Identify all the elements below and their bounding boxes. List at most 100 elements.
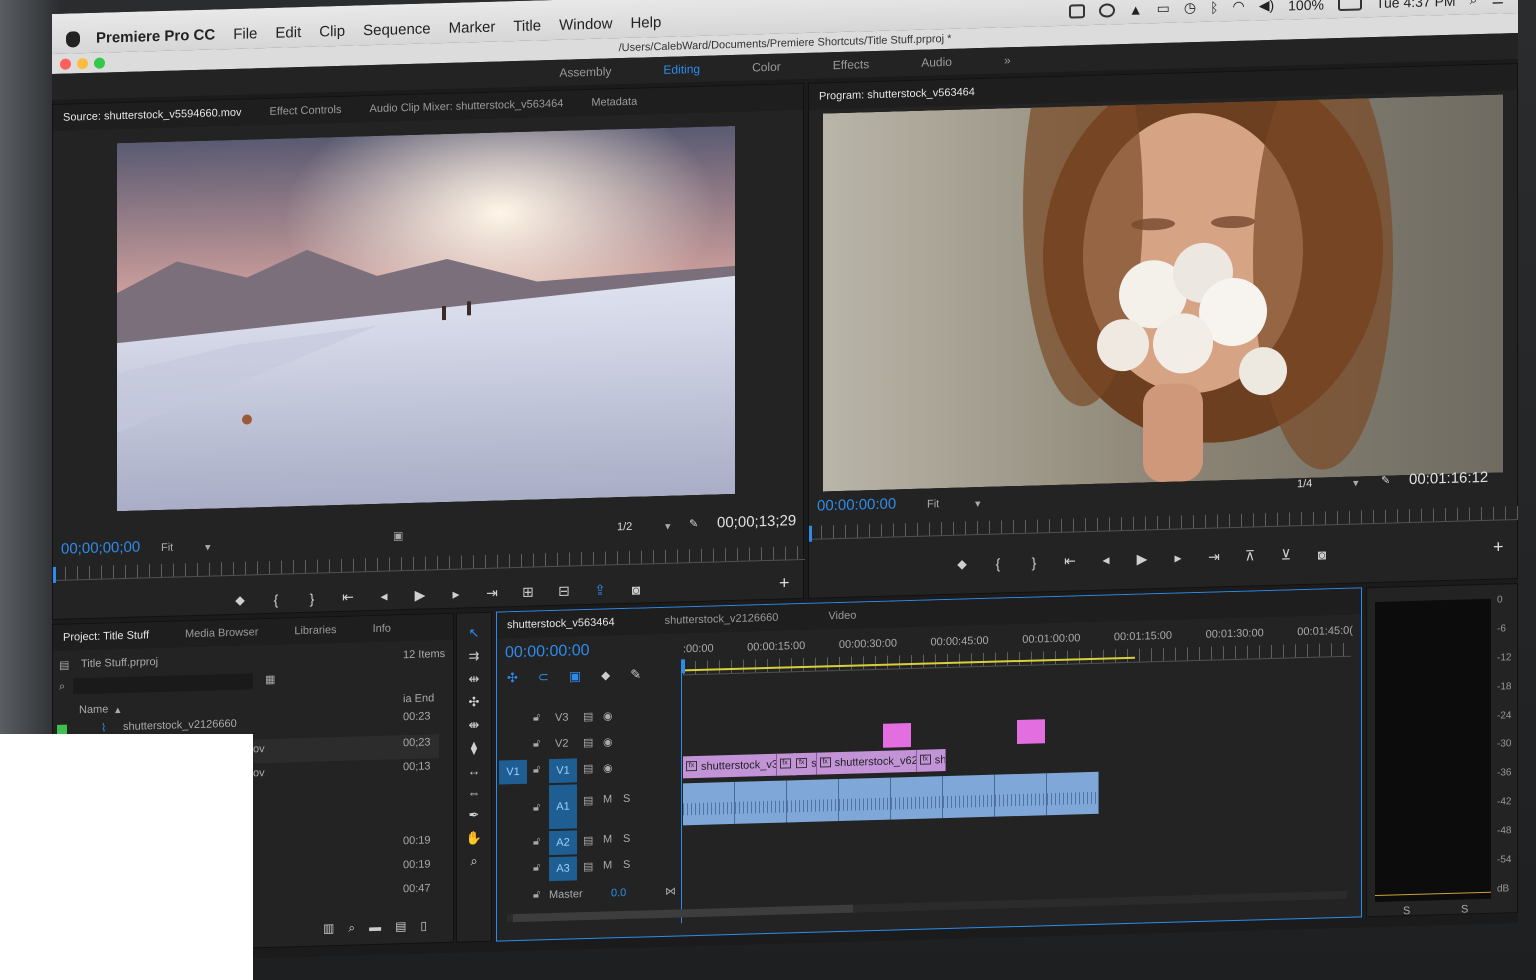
menu-marker[interactable]: Marker xyxy=(449,19,496,37)
tab-sequence-3[interactable]: Video xyxy=(828,610,856,623)
master-volume-value[interactable]: 0.0 xyxy=(611,887,626,899)
lock-icon[interactable]: 🔓︎ xyxy=(533,801,540,814)
play-button[interactable]: ▶ xyxy=(413,587,427,604)
sync-lock-icon[interactable]: ▤ xyxy=(583,736,593,749)
audio-clip[interactable] xyxy=(1047,771,1099,816)
program-camera-icon[interactable]: ◙ xyxy=(1315,546,1329,562)
selection-tool-icon[interactable]: ↖ xyxy=(469,625,480,641)
ripple-edit-tool-icon[interactable]: ⇹ xyxy=(469,671,480,687)
audio-clip[interactable] xyxy=(839,777,891,822)
mute-button[interactable]: M xyxy=(603,793,612,805)
time-machine-icon[interactable]: ◷ xyxy=(1184,0,1196,16)
rolling-edit-tool-icon[interactable]: ✣ xyxy=(469,694,480,710)
step-forward-button[interactable]: ▸ xyxy=(449,586,463,603)
workspace-editing[interactable]: Editing xyxy=(663,56,700,83)
zoom-window-button[interactable] xyxy=(94,57,105,69)
menu-help[interactable]: Help xyxy=(630,14,661,32)
bell-icon[interactable]: ▲ xyxy=(1129,1,1143,17)
project-search-input[interactable] xyxy=(73,673,253,695)
tab-effect-controls[interactable]: Effect Controls xyxy=(270,104,342,118)
lift-button[interactable]: ⊼ xyxy=(1243,547,1257,564)
slip-tool-icon[interactable]: ↔ xyxy=(468,763,481,778)
sync-lock-icon[interactable]: ▤ xyxy=(583,710,593,723)
video-clip[interactable]: fx shutt xyxy=(793,752,817,776)
program-playhead-timecode[interactable]: 00:00:00:00 xyxy=(817,495,896,514)
lock-icon[interactable]: 🔓︎ xyxy=(533,835,540,848)
source-resolution-dropdown[interactable]: 1/2 xyxy=(617,521,632,533)
new-item-icon[interactable]: ▤ xyxy=(395,919,406,934)
project-search-icon[interactable]: ⌕ xyxy=(59,681,65,694)
column-name-header[interactable]: Name xyxy=(79,703,108,716)
tab-info[interactable]: Info xyxy=(373,623,391,636)
add-marker-button[interactable]: ⬥ xyxy=(233,592,247,609)
program-play-button[interactable]: ▶ xyxy=(1135,550,1149,567)
tab-media-browser[interactable]: Media Browser xyxy=(185,626,258,640)
nest-toggle-icon[interactable]: ▣ xyxy=(569,668,581,684)
program-fit-chevron-icon[interactable]: ▾ xyxy=(975,497,981,510)
audio-clip[interactable] xyxy=(735,780,787,824)
sync-lock-icon[interactable]: ▤ xyxy=(583,834,593,847)
audio-clip[interactable] xyxy=(683,781,735,826)
program-fit-dropdown[interactable]: Fit xyxy=(927,498,939,510)
hand-tool-icon[interactable]: ✋ xyxy=(466,830,482,846)
automate-to-sequence-icon[interactable]: ▥ xyxy=(323,921,334,936)
solo-button[interactable]: S xyxy=(623,793,630,805)
source-playhead-timecode[interactable]: 00;00;00;00 xyxy=(61,539,140,558)
program-video-frame[interactable] xyxy=(823,94,1503,492)
close-window-button[interactable] xyxy=(60,58,71,70)
source-drag-video-icon[interactable]: ▣ xyxy=(393,529,403,542)
sync-lock-icon[interactable]: ▤ xyxy=(583,762,593,775)
program-settings-wrench-icon[interactable]: ✎ xyxy=(1381,474,1390,487)
program-time-ruler[interactable] xyxy=(809,506,1518,540)
track-header-v2[interactable]: 🔓︎ V2 ▤ ◉ xyxy=(497,729,681,758)
track-header-a1[interactable]: 🔓︎ A1 ▤ M S xyxy=(497,781,681,830)
program-go-to-in-button[interactable]: ⇤ xyxy=(1063,552,1077,569)
eye-icon[interactable]: ◉ xyxy=(603,709,613,722)
workspace-assembly[interactable]: Assembly xyxy=(559,58,611,85)
menu-clip[interactable]: Clip xyxy=(319,23,345,41)
mute-button[interactable]: M xyxy=(603,859,612,871)
tab-sequence-active[interactable]: shutterstock_v563464 xyxy=(507,616,615,631)
menu-file[interactable]: File xyxy=(233,25,257,43)
minimize-window-button[interactable] xyxy=(77,57,88,70)
program-mark-out-button[interactable]: } xyxy=(1027,554,1041,570)
workspace-more-button[interactable]: » xyxy=(1004,47,1011,73)
program-mark-in-button[interactable]: { xyxy=(991,555,1005,571)
audio-clip[interactable] xyxy=(891,776,943,820)
zoom-tool-icon[interactable]: ⌕ xyxy=(470,853,477,869)
mute-button[interactable]: M xyxy=(603,833,612,845)
tab-audio-clip-mixer[interactable]: Audio Clip Mixer: shutterstock_v563464 xyxy=(370,98,564,115)
track-name[interactable]: A3 xyxy=(549,856,577,882)
source-resolution-chevron-icon[interactable]: ▾ xyxy=(665,520,671,533)
volume-icon[interactable]: ◀) xyxy=(1259,0,1274,14)
track-header-master[interactable]: 🔓︎ Master 0.0 ⋈ xyxy=(497,881,681,908)
extract-button[interactable]: ⊻ xyxy=(1279,546,1293,563)
workspace-effects[interactable]: Effects xyxy=(833,51,869,78)
sync-lock-icon[interactable]: ▤ xyxy=(583,860,593,873)
timeline-marker-icon[interactable]: ⬥ xyxy=(601,667,610,683)
menu-title[interactable]: Title xyxy=(513,17,541,35)
tab-program[interactable]: Program: shutterstock_v563464 xyxy=(819,86,975,102)
clock[interactable]: Tue 4:37 PM xyxy=(1376,0,1456,11)
tab-metadata[interactable]: Metadata xyxy=(591,96,637,109)
checkbox-status-icon[interactable] xyxy=(1068,3,1085,19)
track-header-v3[interactable]: 🔓︎ V3 ▤ ◉ xyxy=(497,703,681,732)
go-to-in-button[interactable]: ⇤ xyxy=(341,589,355,606)
track-header-a3[interactable]: 🔓︎ A3 ▤ M S xyxy=(497,853,681,882)
program-playhead[interactable] xyxy=(809,525,812,542)
razor-tool-icon[interactable]: ⧫ xyxy=(471,740,477,756)
tab-source[interactable]: Source: shutterstock_v5594660.mov xyxy=(63,107,242,124)
solo-button[interactable]: S xyxy=(623,859,630,871)
notification-center-icon[interactable]: ☰ xyxy=(1491,0,1504,8)
wifi-icon[interactable]: ◠ xyxy=(1232,0,1244,15)
app-menu[interactable]: Premiere Pro CC xyxy=(96,26,215,46)
creative-cloud-icon[interactable] xyxy=(1098,2,1115,18)
track-header-v1[interactable]: V1 🔓︎ V1 ▤ ◉ xyxy=(497,755,681,785)
video-clip[interactable]: fx shutterstock_v6208448 xyxy=(816,749,917,775)
step-back-button[interactable]: ◂ xyxy=(377,588,391,605)
tab-libraries[interactable]: Libraries xyxy=(294,624,336,637)
source-add-button[interactable]: + xyxy=(779,572,790,593)
pen-tool-icon[interactable]: ✒ xyxy=(469,807,480,823)
program-add-marker-button[interactable]: ⬥ xyxy=(955,555,969,572)
program-go-to-out-button[interactable]: ⇥ xyxy=(1207,548,1221,565)
